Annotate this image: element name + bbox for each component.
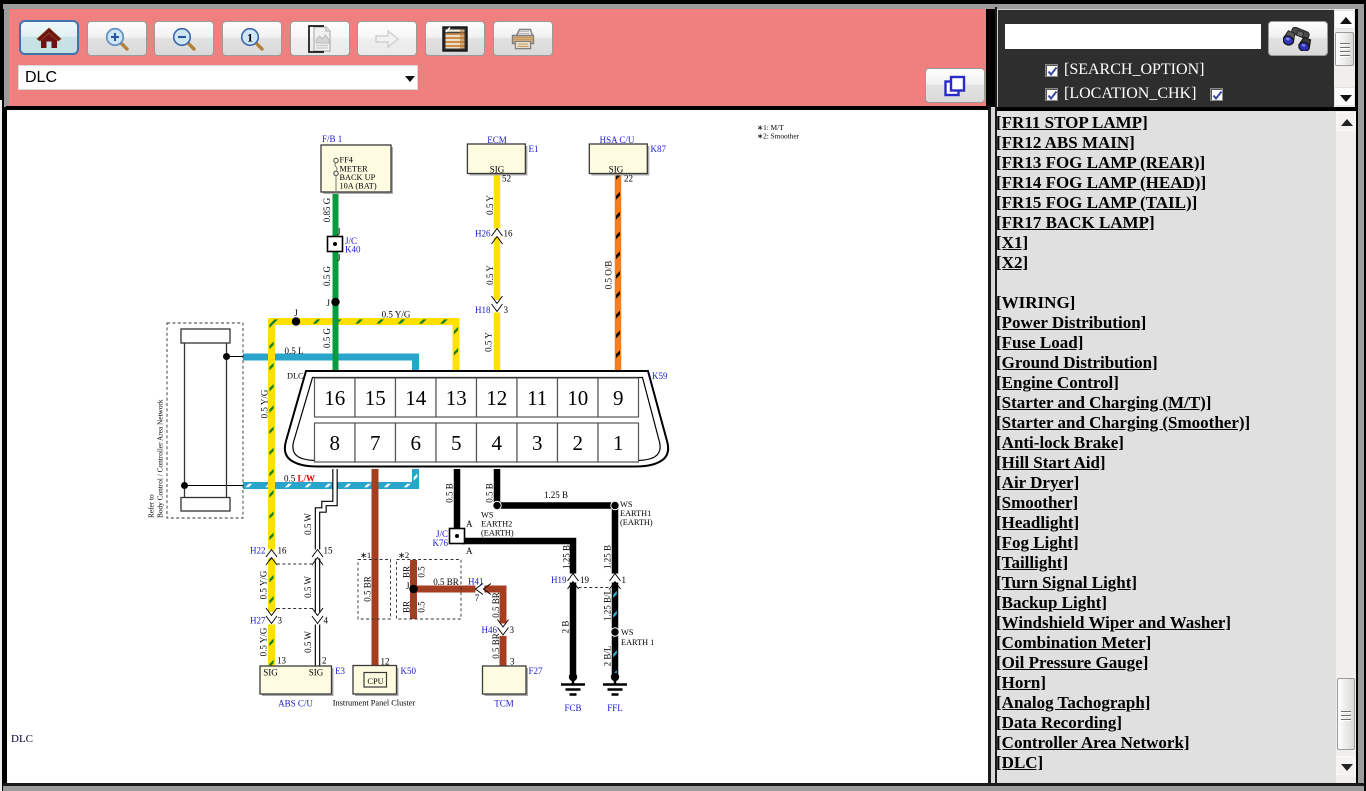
svg-text:1: 1 xyxy=(247,30,253,44)
